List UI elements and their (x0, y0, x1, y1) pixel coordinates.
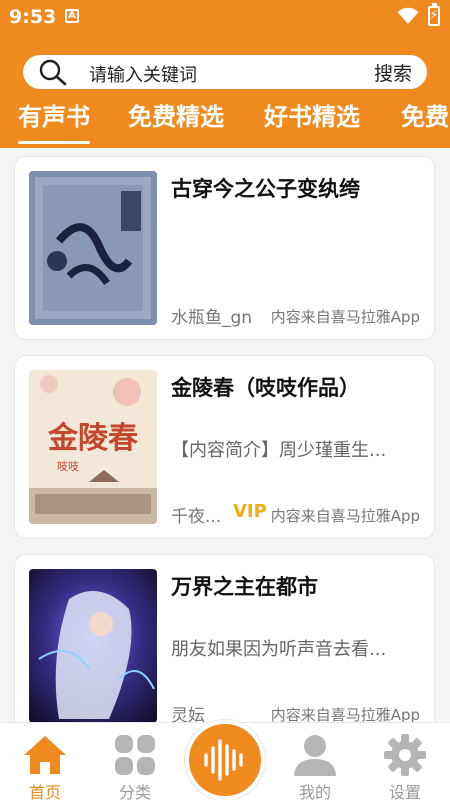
user-icon (294, 735, 336, 776)
search-input[interactable]: 请输入关键词 (89, 61, 197, 87)
home-icon (24, 736, 66, 774)
book-card[interactable]: 万界之主在都市 朋友如果因为听声音去看... 灵妘 内容来自喜马拉雅App (14, 554, 435, 738)
search-button[interactable]: 搜索 (374, 59, 412, 86)
nav-settings[interactable]: 设置 (360, 723, 450, 800)
gear-icon (384, 734, 426, 776)
book-title: 金陵春（吱吱作品） (171, 376, 360, 400)
audio-wave-icon (204, 739, 243, 781)
nav-profile[interactable]: 我的 (270, 723, 360, 800)
tab-free[interactable]: 免费 (401, 98, 449, 144)
book-source: 内容来自喜马拉雅App (270, 507, 420, 525)
book-cover (29, 569, 157, 723)
book-cover (29, 171, 157, 325)
tab-good-books[interactable]: 好书精选 (264, 98, 360, 144)
battery-icon: ⚡ (428, 3, 440, 26)
nav-label: 我的 (298, 783, 331, 800)
book-author: 千夜... (171, 507, 222, 527)
nav-label: 设置 (388, 783, 421, 800)
cover-title: 金陵春 (47, 421, 138, 456)
notification-icon: A (65, 9, 79, 23)
book-title: 古穿今之公子变纨绔 (171, 177, 360, 201)
player-button[interactable] (185, 720, 265, 800)
cover-author: 吱吱 (57, 460, 79, 473)
nav-category[interactable]: 分类 (90, 723, 180, 800)
book-description: 【内容简介】周少瑾重生... (171, 440, 387, 461)
header: 9:53 A ⚡ 请输入关键词 搜索 有声书 免费精选 好书精选 免费 (0, 0, 450, 148)
status-time: 9:53 (9, 6, 57, 28)
book-description: 朋友如果因为听声音去看... (171, 639, 387, 660)
wifi-icon (397, 7, 419, 24)
tab-free-picks[interactable]: 免费精选 (128, 98, 224, 144)
nav-label: 首页 (28, 783, 61, 800)
book-card[interactable]: 金陵春 吱吱 金陵春（吱吱作品） 【内容简介】周少瑾重生... 千夜... VI… (14, 355, 435, 539)
tab-audiobook[interactable]: 有声书 (18, 98, 90, 144)
book-card[interactable]: 古穿今之公子变纨绔 水瓶鱼_gn 内容来自喜马拉雅App (14, 156, 435, 340)
book-author: 水瓶鱼_gn (171, 308, 253, 328)
book-title: 万界之主在都市 (171, 575, 318, 599)
book-source: 内容来自喜马拉雅App (270, 308, 420, 326)
grid-icon (115, 735, 155, 775)
status-bar: 9:53 A ⚡ (0, 0, 450, 34)
search-icon (39, 59, 67, 86)
category-tabs: 有声书 免费精选 好书精选 免费 (0, 98, 450, 148)
book-cover: 金陵春 吱吱 (29, 370, 157, 524)
search-bar[interactable]: 请输入关键词 搜索 (23, 55, 427, 89)
nav-label: 分类 (118, 783, 151, 800)
nav-home[interactable]: 首页 (0, 723, 90, 800)
vip-badge: VIP (233, 501, 267, 522)
